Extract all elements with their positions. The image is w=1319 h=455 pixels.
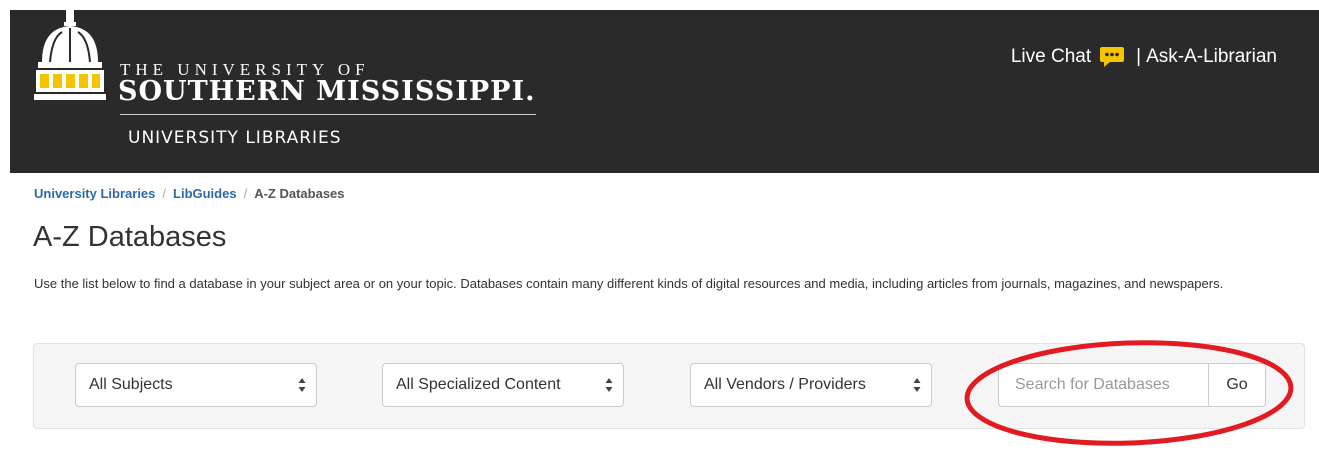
search-input[interactable]	[998, 363, 1208, 407]
specialized-content-select[interactable]: All Specialized Content	[382, 363, 624, 407]
vendors-select[interactable]: All Vendors / Providers	[690, 363, 932, 407]
speech-bubble-icon[interactable]	[1099, 46, 1125, 68]
dome-logo-icon	[34, 10, 106, 100]
specialized-content-select-value: All Specialized Content	[396, 376, 561, 393]
filter-bar: All Subjects All Specialized Content All…	[33, 343, 1305, 429]
intro-text: Use the list below to find a database in…	[34, 276, 1224, 291]
ask-a-librarian-link[interactable]: Ask-A-Librarian	[1146, 46, 1277, 68]
page-title: A-Z Databases	[33, 221, 227, 253]
breadcrumb-libguides[interactable]: LibGuides	[173, 186, 237, 201]
subjects-select[interactable]: All Subjects	[75, 363, 317, 407]
logo-subtitle: UNIVERSITY LIBRARIES	[128, 128, 342, 148]
live-chat-link[interactable]: Live Chat	[1011, 46, 1091, 68]
subjects-select-value: All Subjects	[89, 376, 173, 393]
select-arrows-icon	[298, 378, 306, 392]
select-arrows-icon	[605, 378, 613, 392]
header-separator: |	[1136, 46, 1142, 67]
breadcrumb-separator: /	[243, 186, 248, 201]
logo-divider	[120, 114, 536, 115]
header-links: Live Chat | Ask-A-Librarian	[1011, 46, 1277, 68]
select-arrows-icon	[913, 378, 921, 392]
go-button[interactable]: Go	[1208, 363, 1266, 407]
vendors-select-value: All Vendors / Providers	[704, 376, 866, 393]
breadcrumb: University Libraries / LibGuides / A-Z Datab…	[34, 186, 345, 201]
breadcrumb-current: A-Z Databases	[254, 186, 345, 201]
database-search: Go	[998, 363, 1266, 407]
site-header: THE UNIVERSITY OF SOUTHERN MISSISSIPPI. …	[10, 10, 1319, 173]
breadcrumb-university-libraries[interactable]: University Libraries	[34, 186, 155, 201]
breadcrumb-separator: /	[162, 186, 167, 201]
logo-line-2: SOUTHERN MISSISSIPPI.	[118, 76, 536, 107]
